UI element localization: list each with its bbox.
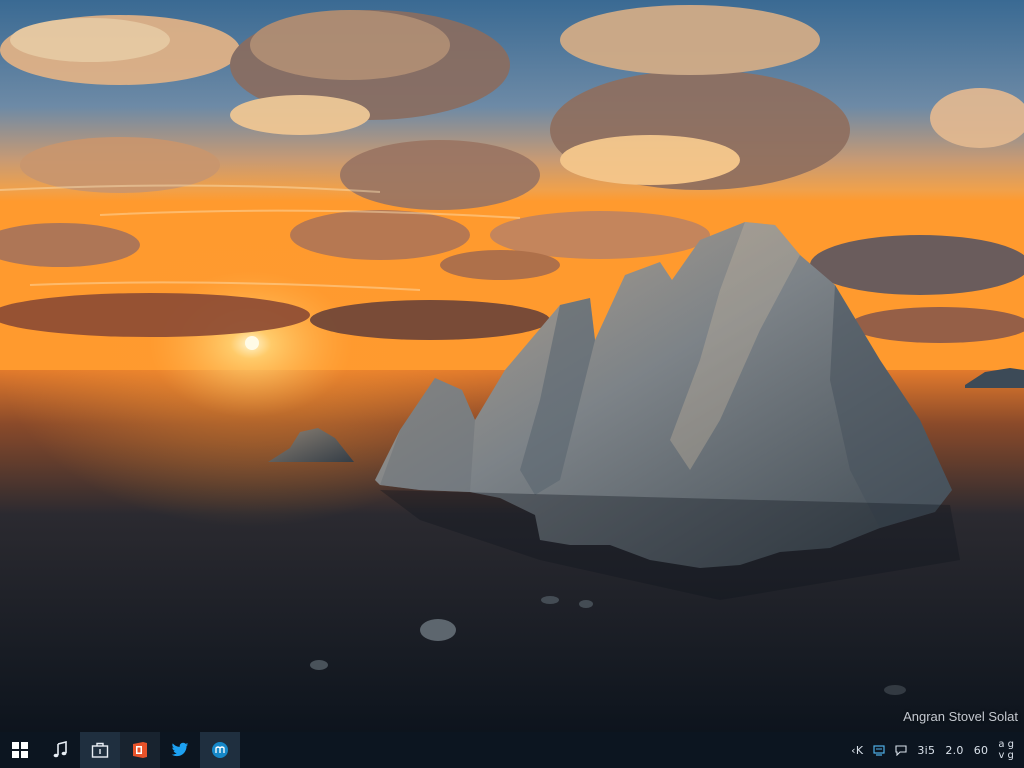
system-tray: ‹K 3i5 2.0 60 a g v g	[851, 732, 1014, 768]
music-app-button[interactable]	[40, 732, 80, 768]
chat-icon[interactable]	[895, 744, 907, 756]
wallpaper-image	[0, 0, 1024, 732]
clock-bottom: v g	[998, 750, 1014, 761]
tray-indicator-3[interactable]: 60	[974, 744, 989, 757]
store-bag-icon	[91, 742, 109, 758]
office-app-button[interactable]	[120, 732, 160, 768]
desktop[interactable]: Angran Stovel Solat	[0, 0, 1024, 732]
music-note-icon	[53, 741, 67, 758]
store-app-button[interactable]	[80, 732, 120, 768]
network-icon[interactable]	[873, 744, 885, 756]
twitter-bird-icon	[171, 742, 189, 757]
office-icon	[133, 742, 147, 758]
circle-app-icon	[212, 742, 228, 758]
clock-top: a g	[998, 739, 1014, 750]
watermark-text: Angran Stovel Solat	[903, 709, 1018, 724]
circle-app-button[interactable]	[200, 732, 240, 768]
taskbar: ‹K 3i5 2.0 60 a g v g	[0, 732, 1024, 768]
twitter-app-button[interactable]	[160, 732, 200, 768]
start-button[interactable]	[0, 732, 40, 768]
tray-overflow-chevron[interactable]: ‹K	[851, 744, 863, 757]
tray-indicator-1[interactable]: 3i5	[917, 744, 935, 757]
clock[interactable]: a g v g	[998, 739, 1014, 761]
windows-logo-icon	[12, 742, 28, 758]
tray-indicator-2[interactable]: 2.0	[945, 744, 963, 757]
